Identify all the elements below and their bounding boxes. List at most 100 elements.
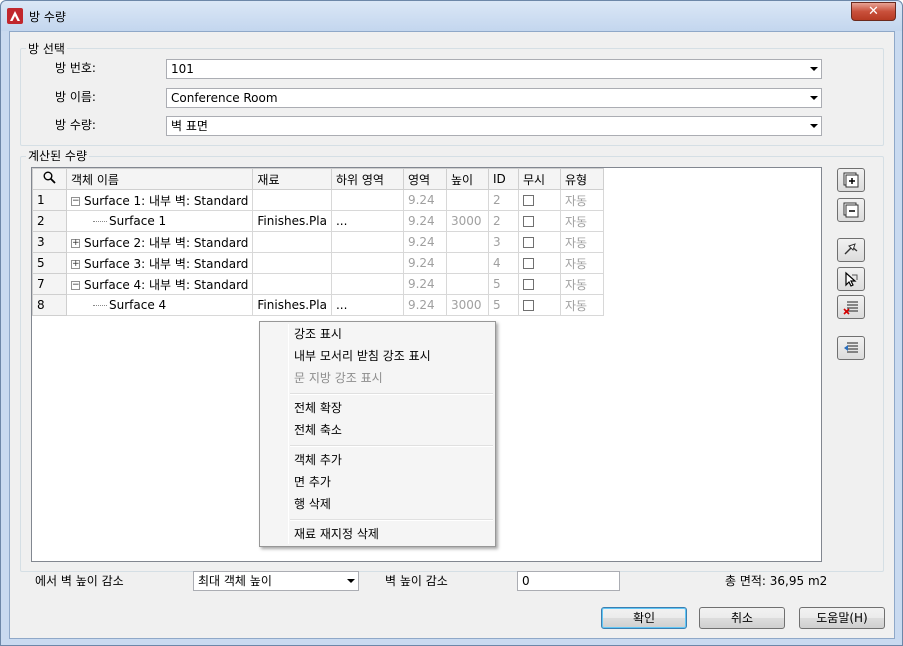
column-header-height[interactable]: 높이: [445, 168, 489, 190]
row-number[interactable]: 1: [32, 189, 67, 211]
expand-all-button[interactable]: [837, 168, 865, 192]
collapse-node-icon[interactable]: −: [71, 280, 80, 290]
ignore-checkbox[interactable]: [522, 195, 534, 206]
type-cell[interactable]: 자동: [559, 231, 604, 253]
row-number[interactable]: 8: [32, 294, 67, 316]
material-cell[interactable]: [252, 252, 332, 274]
column-header-area[interactable]: 영역: [402, 168, 447, 190]
height-cell[interactable]: 3000: [445, 294, 489, 316]
ignore-cell[interactable]: [517, 189, 561, 211]
object-name-cell[interactable]: − Surface 1: 내부 벽: Standard: [65, 189, 254, 211]
column-header-object-name[interactable]: 객체 이름: [65, 168, 254, 190]
ignore-checkbox[interactable]: [522, 237, 534, 248]
add-face-button[interactable]: [837, 267, 865, 291]
area-cell[interactable]: 9.24: [402, 189, 447, 211]
object-name-cell[interactable]: + Surface 2: 내부 벽: Standard: [65, 231, 254, 253]
ignore-cell[interactable]: [517, 273, 561, 295]
menu-item-delete-row[interactable]: 행 삭제: [294, 494, 331, 514]
table-row[interactable]: 2 Surface 1 Finishes.Pla... 9.24 3000 2 자동: [32, 210, 604, 232]
cancel-button[interactable]: 취소: [699, 607, 785, 629]
height-cell[interactable]: 3000: [445, 210, 489, 232]
delete-row-button[interactable]: [837, 295, 865, 319]
column-header-material[interactable]: 재료: [252, 168, 332, 190]
close-button[interactable]: ✕: [851, 2, 896, 21]
add-object-button[interactable]: [837, 238, 865, 262]
menu-item-expand-all[interactable]: 전체 확장: [294, 398, 342, 418]
row-number[interactable]: 7: [32, 273, 67, 295]
area-cell[interactable]: 9.24: [402, 294, 447, 316]
wall-height-reduction-input[interactable]: 0: [517, 571, 620, 591]
row-number[interactable]: 5: [32, 252, 67, 274]
expand-node-icon[interactable]: +: [71, 259, 80, 269]
ignore-checkbox[interactable]: [522, 279, 534, 290]
menu-item-delete-material-override[interactable]: 재료 재지정 삭제: [294, 524, 379, 544]
height-cell[interactable]: [445, 189, 489, 211]
ignore-cell[interactable]: [517, 210, 561, 232]
table-row[interactable]: 1− Surface 1: 내부 벽: Standard 9.24 2 자동: [32, 189, 604, 211]
ignore-cell[interactable]: [517, 252, 561, 274]
object-name-cell[interactable]: Surface 4: [65, 294, 254, 316]
sub-area-cell[interactable]: [330, 252, 404, 274]
row-number[interactable]: 3: [32, 231, 67, 253]
menu-item-highlight[interactable]: 강조 표시: [294, 324, 342, 344]
column-header-ignore[interactable]: 무시: [517, 168, 561, 190]
room-name-dropdown[interactable]: Conference Room: [166, 88, 822, 108]
area-cell[interactable]: 9.24: [402, 210, 447, 232]
object-name-cell[interactable]: + Surface 3: 내부 벽: Standard: [65, 252, 254, 274]
area-cell[interactable]: 9.24: [402, 231, 447, 253]
id-cell[interactable]: 3: [487, 231, 519, 253]
menu-item-add-face[interactable]: 면 추가: [294, 472, 331, 492]
sub-area-cell[interactable]: [330, 231, 404, 253]
table-row[interactable]: 8 Surface 4 Finishes.Pla... 9.24 3000 5 자동: [32, 294, 604, 316]
ok-button[interactable]: 확인: [601, 607, 687, 629]
id-cell[interactable]: 2: [487, 210, 519, 232]
height-cell[interactable]: [445, 273, 489, 295]
collapse-all-button[interactable]: [837, 198, 865, 222]
id-cell[interactable]: 2: [487, 189, 519, 211]
material-cell[interactable]: Finishes.Pla: [252, 294, 332, 316]
help-button[interactable]: 도움말(H): [799, 607, 885, 629]
collapse-node-icon[interactable]: −: [71, 196, 80, 206]
column-header-type[interactable]: 유형: [559, 168, 604, 190]
room-number-dropdown[interactable]: 101: [166, 59, 822, 79]
expand-node-icon[interactable]: +: [71, 238, 80, 248]
room-quantity-dropdown[interactable]: 벽 표면: [166, 116, 822, 136]
ignore-checkbox[interactable]: [522, 258, 534, 269]
menu-item-collapse-all[interactable]: 전체 축소: [294, 420, 342, 440]
column-header-sub-area[interactable]: 하위 영역: [330, 168, 404, 190]
material-cell[interactable]: [252, 189, 332, 211]
material-override-button[interactable]: [837, 336, 865, 360]
object-name-cell[interactable]: − Surface 4: 내부 벽: Standard: [65, 273, 254, 295]
row-number[interactable]: 2: [32, 210, 67, 232]
menu-item-highlight-inner-corner[interactable]: 내부 모서리 받침 강조 표시: [294, 346, 431, 366]
sub-area-cell[interactable]: ...: [330, 210, 404, 232]
ignore-checkbox[interactable]: [522, 216, 534, 227]
ignore-checkbox[interactable]: [522, 300, 534, 311]
material-cell[interactable]: Finishes.Pla: [252, 210, 332, 232]
ignore-cell[interactable]: [517, 294, 561, 316]
id-cell[interactable]: 4: [487, 252, 519, 274]
search-column-header[interactable]: [32, 168, 67, 190]
table-row[interactable]: 7− Surface 4: 내부 벽: Standard 9.24 5 자동: [32, 273, 604, 295]
table-row[interactable]: 5 + Surface 3: 내부 벽: Standard 9.24 4 자동: [32, 252, 604, 274]
sub-area-cell[interactable]: [330, 273, 404, 295]
id-cell[interactable]: 5: [487, 294, 519, 316]
material-cell[interactable]: [252, 231, 332, 253]
column-header-id[interactable]: ID: [487, 168, 519, 190]
type-cell[interactable]: 자동: [559, 273, 604, 295]
type-cell[interactable]: 자동: [559, 294, 604, 316]
area-cell[interactable]: 9.24: [402, 252, 447, 274]
ignore-cell[interactable]: [517, 231, 561, 253]
height-cell[interactable]: [445, 252, 489, 274]
type-cell[interactable]: 자동: [559, 252, 604, 274]
material-cell[interactable]: [252, 273, 332, 295]
height-cell[interactable]: [445, 231, 489, 253]
type-cell[interactable]: 자동: [559, 189, 604, 211]
reduce-from-dropdown[interactable]: 최대 객체 높이: [193, 571, 359, 591]
table-row[interactable]: 3 + Surface 2: 내부 벽: Standard 9.24 3 자동: [32, 231, 604, 253]
menu-item-add-object[interactable]: 객체 추가: [294, 450, 342, 470]
object-name-cell[interactable]: Surface 1: [65, 210, 254, 232]
sub-area-cell[interactable]: ...: [330, 294, 404, 316]
area-cell[interactable]: 9.24: [402, 273, 447, 295]
id-cell[interactable]: 5: [487, 273, 519, 295]
